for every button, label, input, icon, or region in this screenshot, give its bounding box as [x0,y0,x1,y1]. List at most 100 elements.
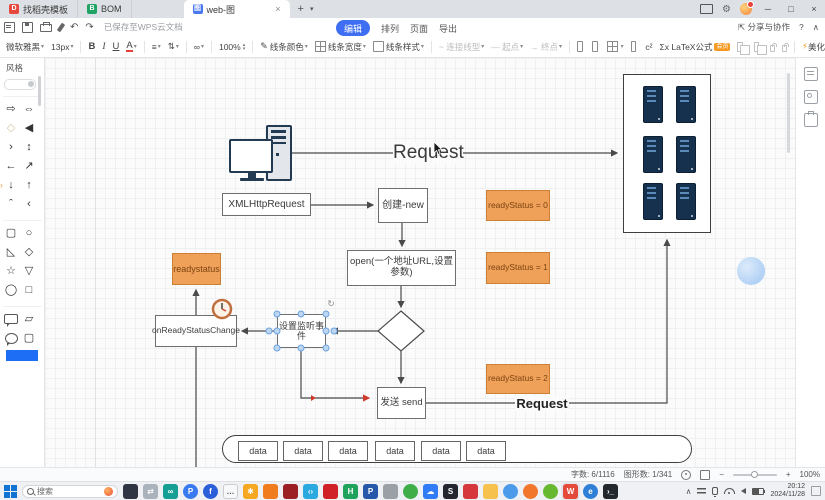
request-label-top[interactable]: Request [393,142,463,164]
shape-basic-icon[interactable]: ◇ [25,247,33,258]
print-icon[interactable] [40,24,52,32]
condition-diamond[interactable] [378,311,424,351]
minimize-button[interactable]: ─ [761,4,775,14]
start-button[interactable] [4,485,17,498]
taskbar-app-mini[interactable] [383,484,398,499]
connector-type-button[interactable]: ~ 连接线型▾ [439,41,484,53]
taskbar-app-netdisk[interactable]: ☁ [423,484,438,499]
user-avatar[interactable] [740,3,752,15]
shape-arrow-icon[interactable]: ← [6,161,17,172]
gear-icon[interactable]: ⚙ [722,4,731,15]
format-painter-icon[interactable] [57,22,65,32]
wifi-icon[interactable] [724,488,735,494]
node-set-listener[interactable]: 设置监听事件 [277,314,326,348]
battery-icon[interactable] [752,488,764,495]
shape-arrow-icon[interactable]: ↗ [24,161,33,172]
data-item[interactable]: data [328,441,368,461]
taskbar-app-orange-grid[interactable] [263,484,278,499]
notification-center-icon[interactable] [811,486,821,496]
rotate-handle-icon[interactable]: ↻ [327,299,335,310]
beautify-button[interactable]: ⚡美化 [802,41,825,53]
data-item[interactable]: data [375,441,415,461]
menu-arrange[interactable]: 排列 [381,22,399,35]
fill-style-button[interactable]: ▾ [607,41,624,52]
server-icon[interactable] [643,136,663,173]
node-readystatus-1[interactable]: readyStatus = 1 [486,252,550,284]
taskbar-app-terminal[interactable]: ›_ [603,484,618,499]
tab-docer[interactable]: D 找稻壳模板 [0,0,78,18]
connector-endpoint-handle[interactable] [266,328,273,335]
selection-handle[interactable] [323,328,330,335]
taskbar-app-teal-tool[interactable]: ∞ [163,484,178,499]
selection-handle[interactable] [298,311,305,318]
menu-page[interactable]: 页面 [410,22,428,35]
shape-arrow-icon[interactable]: › [9,142,13,153]
zoom-slider-knob[interactable] [751,471,758,478]
group-icon[interactable] [737,42,742,52]
node-create-new[interactable]: 创建-new [378,188,428,223]
font-size-select[interactable]: 13px▾ [51,42,73,52]
server-icon[interactable] [676,86,696,123]
shape-search-input[interactable] [4,79,36,90]
menu-edit[interactable]: 编辑 [336,20,370,36]
text-zoom-stepper[interactable]: 100%▴▾ [219,42,245,52]
shape-arrow-icon[interactable]: ⇔ [24,104,35,115]
taskbar-app-dark-red[interactable] [283,484,298,499]
selection-handle[interactable] [274,345,281,352]
panel-collapse-icon[interactable]: › [0,180,3,190]
shape-callout-icon[interactable] [4,314,18,324]
request-label-bottom[interactable]: Request [515,396,569,411]
taskbar-app-green-dot[interactable] [403,484,418,499]
line-width-button[interactable]: 线条宽度▾ [315,41,366,53]
shape-basic-icon[interactable]: □ [26,285,33,296]
taskbar-app-f-app[interactable]: f [203,484,218,499]
shape-basic-icon[interactable]: ◺ [7,247,15,258]
undo-icon[interactable]: ↶ [70,22,78,33]
sidebar-scrollbar[interactable] [38,76,41,106]
resources-panel-icon[interactable] [804,113,818,127]
line-color-button[interactable]: ✎线条颜色▾ [260,41,308,53]
tab-web-diagram[interactable]: 图 web-图 × [184,0,290,18]
fit-screen-icon[interactable] [700,470,710,480]
line-style-button[interactable]: 线条样式▾ [373,41,424,53]
taskbar-app-adobe[interactable] [323,484,338,499]
assistant-bubble[interactable] [737,257,765,285]
underline-button[interactable]: U [113,41,120,52]
shape-arrow-icon[interactable]: ↓ [8,180,14,191]
taskbar-app-sync[interactable]: ⇄ [143,484,158,499]
shape-oval-callout-icon[interactable] [5,333,18,344]
node-readystatus[interactable]: readystatus [172,253,221,285]
superscript-button[interactable]: c² [645,42,652,52]
locate-icon[interactable] [681,470,691,480]
font-color-button[interactable]: A▾ [126,41,136,52]
save-icon[interactable] [22,22,33,33]
tab-bom[interactable]: B BOM [78,0,132,18]
zoom-slider[interactable] [733,474,777,476]
maximize-button[interactable]: □ [784,4,798,14]
shape-rounded-square-icon[interactable]: ▢ [24,333,34,344]
computer-monitor-icon[interactable] [229,139,273,173]
data-item[interactable]: data [238,441,278,461]
tray-chevron-up-icon[interactable]: ∧ [686,487,692,496]
zoom-out-button[interactable]: − [719,470,724,479]
node-send[interactable]: 发送 send [377,387,426,419]
share-collaborate-button[interactable]: ⇱ 分享与协作 [738,21,790,33]
main-menu-icon[interactable] [4,22,15,33]
microphone-icon[interactable] [712,487,718,495]
close-button[interactable]: × [807,4,821,14]
clock-icon[interactable] [210,297,234,321]
server-icon[interactable] [643,86,663,123]
shape-blue-rectangle-icon[interactable] [6,350,38,361]
help-icon[interactable]: ? [799,22,804,32]
selection-handle[interactable] [323,345,330,352]
latex-formula-button[interactable]: Σx LaTeX公式会员 [659,41,730,53]
node-readystatus-2[interactable]: readyStatus = 2 [486,364,550,394]
shape-basic-icon[interactable]: ▽ [25,266,33,277]
notes-panel-icon[interactable] [804,67,818,81]
server-icon[interactable] [676,136,696,173]
server-icon[interactable] [643,183,663,220]
taskbar-app-edge[interactable]: e [583,484,598,499]
shape-arrow-icon[interactable]: ‹ [27,199,31,210]
taskbar-app-explorer[interactable] [483,484,498,499]
connector-listener-to-send[interactable] [301,348,369,398]
